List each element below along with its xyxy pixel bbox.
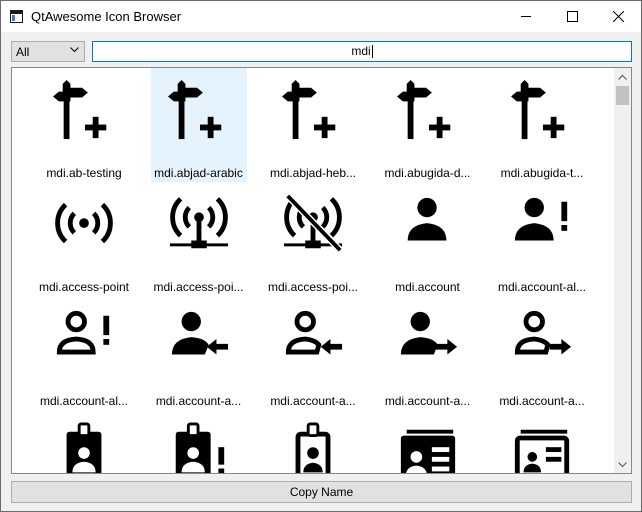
account-box-multiple-icon bbox=[400, 429, 455, 473]
sign-plus-icon bbox=[167, 80, 221, 140]
maximize-icon bbox=[566, 11, 578, 22]
filter-combobox[interactable]: All bbox=[11, 41, 85, 62]
icon-label: mdi.abjad-arabic bbox=[154, 166, 243, 180]
minimize-icon bbox=[520, 16, 531, 17]
sign-plus-icon bbox=[511, 80, 565, 140]
account-arrow-right-icon bbox=[400, 311, 457, 355]
scroll-thumb[interactable] bbox=[616, 86, 629, 105]
icon-label: mdi.account bbox=[395, 280, 460, 294]
icon-cell[interactable]: mdi.account-a... bbox=[494, 296, 590, 410]
chevron-down-icon bbox=[70, 47, 79, 53]
icon-cell[interactable]: mdi.account-a... bbox=[380, 296, 476, 410]
icon-cell[interactable]: mdi.abjad-arabic bbox=[150, 68, 247, 182]
sign-plus-icon bbox=[282, 80, 336, 140]
minimize-button[interactable] bbox=[503, 1, 549, 32]
account-badge-icon bbox=[66, 422, 102, 473]
icon-label: mdi.account-al... bbox=[497, 280, 587, 294]
account-box-multiple-outline-icon bbox=[514, 429, 570, 473]
scroll-down-button[interactable] bbox=[614, 456, 631, 473]
icon-cell[interactable] bbox=[494, 410, 590, 473]
icon-cell[interactable] bbox=[380, 410, 476, 473]
account-arrow-right-outline-icon bbox=[514, 310, 572, 355]
account-badge-outline-icon bbox=[295, 422, 331, 473]
icon-cell[interactable]: mdi.access-poi... bbox=[151, 182, 247, 296]
close-icon bbox=[612, 11, 624, 22]
filter-selected-value: All bbox=[16, 45, 30, 59]
icon-label: mdi.access-point bbox=[38, 280, 130, 294]
icon-cell[interactable] bbox=[151, 410, 247, 473]
icon-list-view[interactable]: mdi.ab-testing mdi.abjad-arabic mdi.abjad-… bbox=[11, 67, 632, 474]
icon-label: mdi.abugida-t... bbox=[500, 166, 584, 180]
chevron-down-icon bbox=[618, 461, 627, 467]
window-title: QtAwesome Icon Browser bbox=[31, 9, 182, 24]
vertical-scrollbar[interactable] bbox=[614, 68, 631, 473]
icon-cell[interactable] bbox=[265, 410, 361, 473]
icon-label: mdi.access-poi... bbox=[267, 280, 359, 294]
icon-cell[interactable]: mdi.account-al... bbox=[494, 182, 590, 296]
icon-cell[interactable] bbox=[36, 410, 132, 473]
search-input-value: mdi bbox=[351, 44, 371, 58]
icon-cell[interactable]: mdi.account bbox=[380, 182, 476, 296]
text-caret bbox=[371, 45, 373, 59]
icon-label: mdi.abugida-d... bbox=[384, 166, 471, 180]
icon-label: mdi.account-a... bbox=[270, 394, 356, 408]
icon-label: mdi.account-al... bbox=[39, 394, 129, 408]
account-arrow-left-icon bbox=[171, 311, 228, 355]
icon-cell[interactable]: mdi.account-a... bbox=[265, 296, 361, 410]
icon-cell[interactable]: mdi.abjad-heb... bbox=[265, 68, 361, 182]
account-arrow-left-outline-icon bbox=[285, 310, 343, 355]
icon-cell[interactable]: mdi.account-al... bbox=[36, 296, 132, 410]
copy-name-button[interactable]: Copy Name bbox=[11, 481, 632, 503]
icon-cell[interactable]: mdi.account-a... bbox=[151, 296, 247, 410]
account-alert-outline-icon bbox=[56, 310, 110, 355]
account-badge-alert-icon bbox=[175, 422, 224, 473]
icon-grid: mdi.ab-testing mdi.abjad-arabic mdi.abjad-… bbox=[12, 68, 615, 473]
access-point-network-icon bbox=[169, 197, 228, 249]
icon-label: mdi.account-a... bbox=[384, 394, 471, 408]
account-alert-icon bbox=[514, 197, 568, 241]
icon-cell[interactable]: mdi.access-point bbox=[36, 182, 132, 296]
maximize-button[interactable] bbox=[549, 1, 595, 32]
icon-label: mdi.abjad-heb... bbox=[269, 166, 357, 180]
icon-label: mdi.access-poi... bbox=[153, 280, 244, 294]
app-icon bbox=[10, 10, 23, 23]
icon-cell[interactable]: mdi.access-poi... bbox=[265, 182, 361, 296]
search-input[interactable]: mdi bbox=[92, 41, 632, 62]
close-button[interactable] bbox=[595, 1, 641, 32]
icon-cell[interactable]: mdi.abugida-d... bbox=[380, 68, 476, 182]
access-point-icon bbox=[55, 202, 113, 244]
scroll-up-button[interactable] bbox=[614, 68, 631, 85]
icon-cell[interactable]: mdi.abugida-t... bbox=[494, 68, 590, 182]
sign-plus-icon bbox=[396, 80, 450, 140]
access-point-network-off-icon bbox=[283, 194, 343, 253]
icon-label: mdi.account-a... bbox=[499, 394, 585, 408]
account-icon bbox=[407, 197, 446, 241]
chevron-up-icon bbox=[618, 74, 627, 80]
app-window: QtAwesome Icon Browser All mdi mdi.ab-te… bbox=[0, 0, 642, 512]
icon-label: mdi.account-a... bbox=[155, 394, 242, 408]
title-bar[interactable]: QtAwesome Icon Browser bbox=[1, 1, 641, 32]
sign-plus-icon bbox=[53, 80, 107, 140]
toolbar: All mdi bbox=[1, 32, 641, 67]
icon-label: mdi.ab-testing bbox=[46, 166, 122, 180]
icon-cell[interactable]: mdi.ab-testing bbox=[36, 68, 132, 182]
